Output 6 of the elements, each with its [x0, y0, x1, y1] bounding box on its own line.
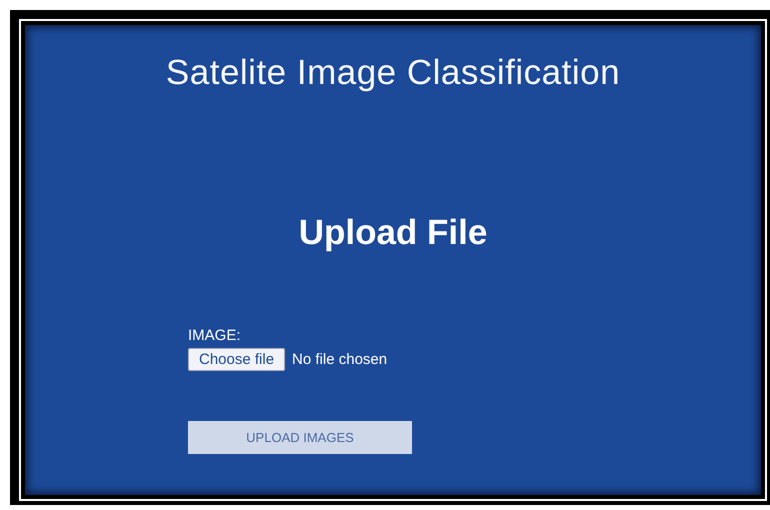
- choose-file-button[interactable]: Choose file: [188, 348, 286, 371]
- app-title: Satelite Image Classification: [164, 53, 622, 93]
- file-status: No file chosen: [292, 351, 388, 368]
- image-label: IMAGE:: [188, 327, 241, 344]
- upload-heading: Upload File: [298, 213, 488, 253]
- upload-images-button[interactable]: UPLOAD IMAGES: [188, 421, 412, 454]
